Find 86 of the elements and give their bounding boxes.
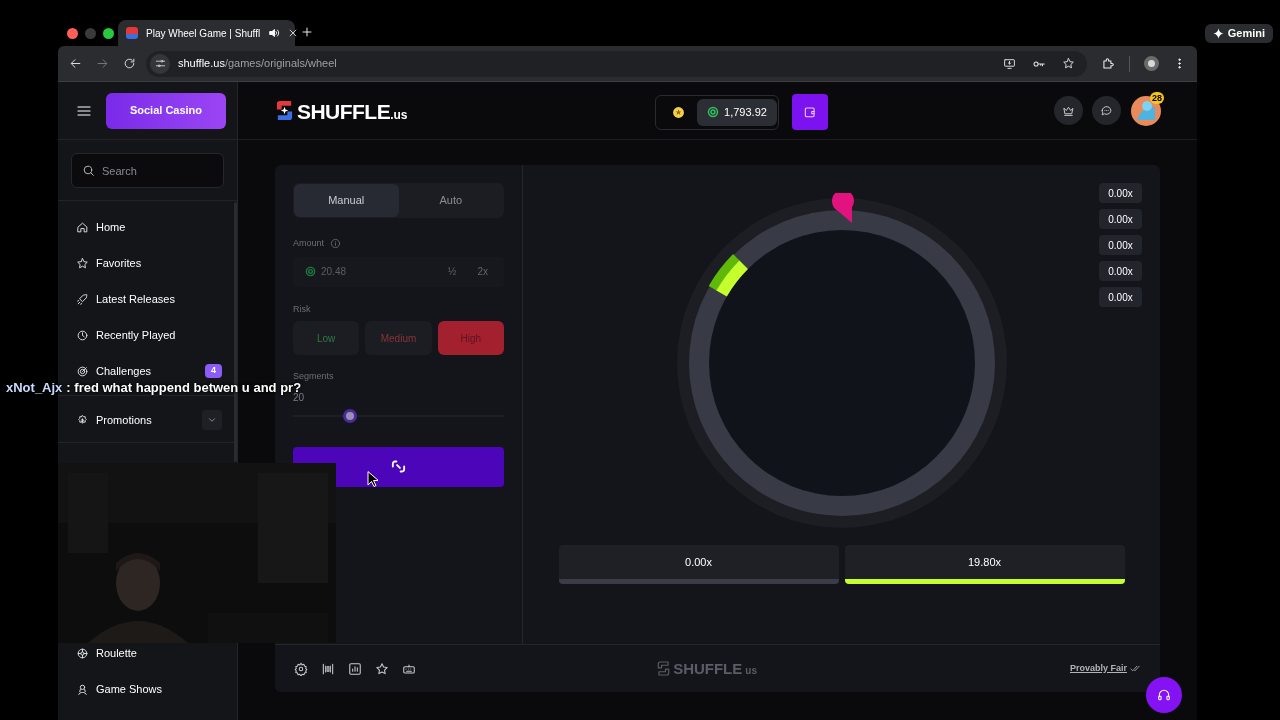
multiplier-text: 0.00x: [684, 554, 713, 570]
crown-button[interactable]: [1054, 96, 1083, 125]
close-icon[interactable]: [288, 28, 299, 38]
clock-icon: [76, 328, 89, 342]
loading-icon: [390, 458, 407, 475]
chat-message: : fred what happend betwen u and pr?: [66, 381, 302, 394]
chat-username: xNot_Ajx: [6, 381, 63, 394]
user-avatar[interactable]: [1131, 95, 1161, 126]
slider-track[interactable]: [293, 408, 504, 423]
amount-label: Amount: [293, 237, 325, 250]
chat-button[interactable]: [1092, 96, 1121, 125]
close-window-button[interactable]: [67, 28, 78, 39]
install-app-icon[interactable]: [1003, 57, 1016, 70]
segments-label: Segments: [293, 370, 335, 383]
rocket-icon: [76, 292, 89, 306]
forward-icon[interactable]: [96, 57, 109, 70]
sidebar-item[interactable]: Promotions: [76, 410, 222, 430]
history-pill: 0.00x: [1099, 235, 1142, 255]
favicon-icon: [126, 27, 138, 39]
slider-thumb[interactable]: [342, 408, 357, 423]
reload-icon[interactable]: [123, 57, 136, 70]
coin-icon: [707, 106, 720, 118]
history-pill: 0.00x: [1099, 183, 1142, 203]
profile-avatar[interactable]: [1144, 56, 1159, 71]
double-check-icon: [1130, 663, 1141, 674]
multiplier-text: 19.80x: [967, 554, 1002, 570]
sidebar-item[interactable]: Challenges 4: [76, 361, 222, 381]
history-pill: 0.00x: [1099, 209, 1142, 229]
risk-label: Risk: [293, 302, 312, 316]
maximize-window-button[interactable]: [103, 28, 114, 39]
coin-icon: [305, 266, 316, 277]
url-host: shuffle.us: [178, 56, 225, 72]
gemini-button[interactable]: Gemini: [1204, 24, 1273, 43]
keyboard-icon[interactable]: [402, 661, 416, 676]
level-badge: 28: [1150, 91, 1164, 104]
bookmark-star-icon[interactable]: [1062, 57, 1075, 70]
url-path: /games/originals/wheel: [224, 56, 337, 72]
search-field[interactable]: Search: [71, 153, 224, 188]
back-icon[interactable]: [69, 57, 82, 70]
sparkle-icon: [1212, 28, 1224, 39]
sliders-icon: [154, 58, 166, 69]
roulette-icon: [76, 646, 89, 660]
mode-tab[interactable]: Auto: [398, 184, 503, 217]
speaker-icon[interactable]: [268, 27, 281, 39]
gear-coin-icon: [76, 413, 89, 427]
search-icon: [82, 164, 95, 177]
address-bar[interactable]: shuffle.us/games/originals/wheel: [146, 50, 1087, 77]
wallet-icon: [803, 105, 817, 119]
home-icon: [76, 220, 89, 234]
presenter-icon: [76, 682, 89, 696]
count-badge: 4: [205, 364, 222, 378]
history-pill: 0.00x: [1099, 261, 1142, 281]
sidebar-item[interactable]: Home: [76, 217, 222, 237]
social-casino-button[interactable]: Social Casino: [106, 92, 226, 129]
star-icon: [76, 256, 89, 270]
bars-icon[interactable]: [321, 661, 335, 676]
tab-title: Play Wheel Game | Shuffl: [146, 26, 261, 41]
mode-tab[interactable]: Manual: [294, 184, 399, 217]
info-icon[interactable]: [330, 238, 342, 250]
sidebar-item[interactable]: Game Shows: [76, 680, 237, 698]
provably-fair-link[interactable]: Provably Fair: [1069, 661, 1127, 676]
site-logo[interactable]: SHUFFLE.us: [297, 100, 408, 122]
browser-tab[interactable]: Play Wheel Game | Shuffl: [118, 20, 295, 46]
cursor-icon: [367, 471, 378, 487]
sidebar-item[interactable]: Recently Played: [76, 325, 222, 345]
chevron-down-icon: [207, 415, 217, 425]
sidebar-item[interactable]: Latest Releases: [76, 289, 222, 309]
footer-logo: SHUFFLE us: [673, 661, 757, 676]
shuffle-logo-icon: [657, 661, 671, 676]
star-icon[interactable]: [375, 661, 389, 676]
sidebar-item[interactable]: Favorites: [76, 253, 222, 273]
extensions-icon[interactable]: [1101, 56, 1115, 71]
settings-icon[interactable]: [294, 661, 308, 676]
star-coin-icon[interactable]: [672, 105, 685, 119]
history-pill: 0.00x: [1099, 287, 1142, 307]
sidebar-item[interactable]: Roulette: [76, 644, 237, 662]
headset-icon: [1157, 688, 1171, 702]
shuffle-logo-icon: [275, 99, 294, 121]
new-tab-icon[interactable]: [301, 26, 313, 38]
crown-icon: [1062, 104, 1075, 117]
target-icon: [76, 364, 89, 378]
chat-bubble-icon: [1100, 104, 1113, 117]
chart-icon[interactable]: [348, 661, 362, 676]
wallet-button[interactable]: [792, 94, 828, 130]
balance-pill[interactable]: 1,793.92: [697, 98, 777, 126]
site-settings-button[interactable]: [150, 53, 170, 74]
